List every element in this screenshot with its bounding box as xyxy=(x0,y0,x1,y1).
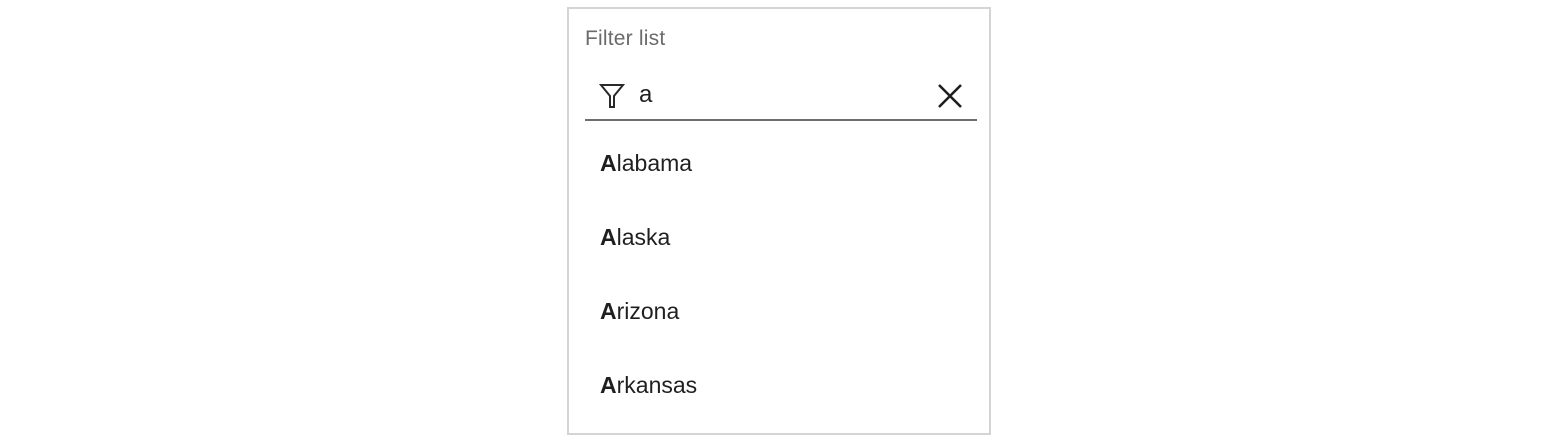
list-item-match: A xyxy=(600,372,617,398)
clear-filter-button[interactable] xyxy=(935,81,965,111)
filter-icon xyxy=(598,82,626,110)
list-item-label: Arizona xyxy=(600,297,679,325)
list-item-rest: laska xyxy=(616,224,671,250)
list-item-label: Alaska xyxy=(600,223,670,251)
filter-list-title: Filter list xyxy=(585,27,666,50)
list-item-match: A xyxy=(600,224,617,250)
list-item-rest: rkansas xyxy=(616,372,698,398)
list-item[interactable]: Alaska xyxy=(569,201,989,275)
list-item-match: A xyxy=(600,150,617,176)
filter-input[interactable] xyxy=(639,79,929,111)
list-item-rest: labama xyxy=(616,150,693,176)
list-item[interactable]: Arizona xyxy=(569,275,989,349)
list-item[interactable]: Arkansas xyxy=(569,349,989,423)
list-item-rest: rizona xyxy=(616,298,680,324)
list-item-label: Alabama xyxy=(600,149,692,177)
filter-list-panel: Filter list Alabama Alaska Arizona Arkan… xyxy=(567,7,991,435)
filtered-results-list: Alabama Alaska Arizona Arkansas xyxy=(569,127,989,423)
list-item-match: A xyxy=(600,298,617,324)
filter-search-field[interactable] xyxy=(585,71,977,121)
list-item-label: Arkansas xyxy=(600,371,697,399)
list-item[interactable]: Alabama xyxy=(569,127,989,201)
close-icon xyxy=(938,84,962,108)
